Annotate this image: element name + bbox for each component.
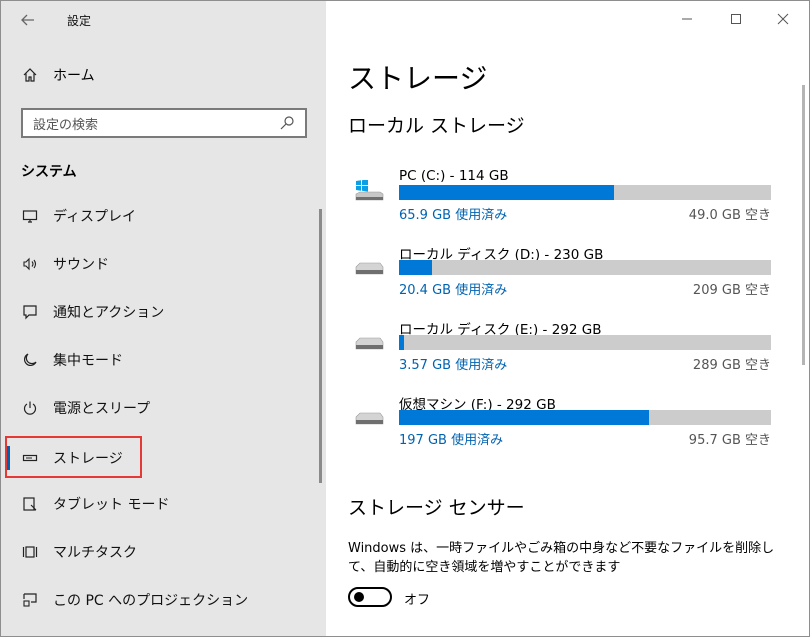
- toggle-state-label: オフ: [404, 593, 431, 608]
- sidebar-item-label: 集中モード: [53, 353, 123, 369]
- projection-icon: [21, 591, 39, 609]
- settings-window: 設定 ホーム 設定の検索 システム ディスプレイ サウンド 通知とアクション 集…: [0, 0, 810, 637]
- usage-fill: [399, 335, 404, 350]
- main-scrollbar[interactable]: [802, 85, 805, 365]
- minimize-icon: [682, 18, 692, 20]
- usage-fill: [399, 185, 615, 200]
- display-icon: [21, 207, 39, 225]
- home-link[interactable]: ホーム: [21, 65, 95, 85]
- windows-drive-icon: [355, 180, 384, 201]
- page-title: ストレージ: [348, 62, 488, 95]
- sidebar-item-label: 通知とアクション: [53, 305, 165, 321]
- minimize-button[interactable]: [670, 7, 704, 31]
- power-icon: [21, 399, 39, 417]
- highlight-annotation: [5, 436, 142, 478]
- storage-sense-toggle[interactable]: [348, 587, 392, 607]
- maximize-button[interactable]: [719, 7, 753, 31]
- free-space: 209 GB 空き: [692, 283, 771, 298]
- sidebar-item-tablet[interactable]: タブレット モード: [21, 492, 169, 516]
- used-space: 3.57 GB 使用済み: [399, 358, 508, 373]
- sidebar-item-label: タブレット モード: [53, 497, 170, 513]
- notification-icon: [21, 303, 39, 321]
- section-title: システム: [21, 164, 77, 180]
- sidebar-item-label: マルチタスク: [53, 545, 137, 561]
- drive-item[interactable]: PC (C:) - 114 GB 65.9 GB 使用済み 49.0 GB 空き: [354, 168, 774, 228]
- drive-item[interactable]: 仮想マシン (F:) - 292 GB 197 GB 使用済み 95.7 GB …: [354, 393, 774, 453]
- toggle-knob: [354, 592, 364, 602]
- usage-fill: [399, 260, 432, 275]
- maximize-icon: [731, 14, 741, 24]
- used-space: 197 GB 使用済み: [399, 433, 504, 448]
- app-title: 設定: [67, 14, 92, 28]
- used-space: 65.9 GB 使用済み: [399, 208, 508, 223]
- main-content: ストレージ ローカル ストレージ PC (C:) - 114 GB 65.9 G…: [326, 1, 809, 636]
- drive-item[interactable]: ローカル ディスク (D:) - 230 GB 20.4 GB 使用済み 209…: [354, 243, 774, 303]
- title-bar: 設定: [1, 1, 326, 39]
- home-icon: [21, 66, 39, 84]
- speaker-icon: [21, 255, 39, 273]
- back-arrow-icon: [21, 14, 34, 26]
- free-space: 289 GB 空き: [692, 358, 771, 373]
- search-input[interactable]: 設定の検索: [21, 108, 307, 138]
- home-label: ホーム: [53, 68, 95, 84]
- local-storage-title: ローカル ストレージ: [348, 115, 525, 137]
- sidebar-item-label: サウンド: [53, 257, 109, 273]
- hard-drive-icon: [355, 412, 384, 425]
- search-icon: [280, 116, 294, 130]
- moon-icon: [21, 351, 39, 369]
- search-placeholder: 設定の検索: [33, 117, 99, 133]
- usage-bar: [399, 335, 771, 350]
- hard-drive-icon: [355, 262, 384, 275]
- sidebar-item-sound[interactable]: サウンド: [21, 252, 109, 276]
- usage-bar: [399, 260, 771, 275]
- sidebar-item-label: この PC へのプロジェクション: [53, 593, 249, 609]
- drive-name: PC (C:) - 114 GB: [399, 168, 509, 184]
- storage-sense-title: ストレージ センサー: [348, 497, 525, 519]
- usage-fill: [399, 410, 650, 425]
- close-icon: [777, 13, 789, 25]
- usage-bar: [399, 185, 771, 200]
- sidebar: 設定 ホーム 設定の検索 システム ディスプレイ サウンド 通知とアクション 集…: [1, 1, 326, 636]
- multitask-icon: [21, 543, 39, 561]
- close-button[interactable]: [766, 7, 800, 31]
- drive-item[interactable]: ローカル ディスク (E:) - 292 GB 3.57 GB 使用済み 289…: [354, 318, 774, 378]
- storage-sense-description: Windows は、一時ファイルやごみ箱の中身など不要なファイルを削除して、自動…: [348, 541, 775, 575]
- sidebar-item-focus[interactable]: 集中モード: [21, 348, 123, 372]
- sidebar-item-display[interactable]: ディスプレイ: [21, 204, 136, 228]
- used-space: 20.4 GB 使用済み: [399, 283, 508, 298]
- sidebar-item-notifications[interactable]: 通知とアクション: [21, 300, 164, 324]
- sidebar-item-projection[interactable]: この PC へのプロジェクション: [21, 588, 248, 612]
- sidebar-item-power[interactable]: 電源とスリープ: [21, 396, 150, 420]
- hard-drive-icon: [355, 337, 384, 350]
- sidebar-scrollbar[interactable]: [319, 209, 322, 483]
- tablet-icon: [21, 495, 39, 513]
- sidebar-item-label: 電源とスリープ: [53, 401, 151, 417]
- sidebar-item-label: ディスプレイ: [53, 209, 137, 225]
- usage-bar: [399, 410, 771, 425]
- back-button[interactable]: [13, 7, 43, 33]
- free-space: 95.7 GB 空き: [688, 433, 771, 448]
- free-space: 49.0 GB 空き: [688, 208, 771, 223]
- sidebar-item-multitask[interactable]: マルチタスク: [21, 540, 137, 564]
